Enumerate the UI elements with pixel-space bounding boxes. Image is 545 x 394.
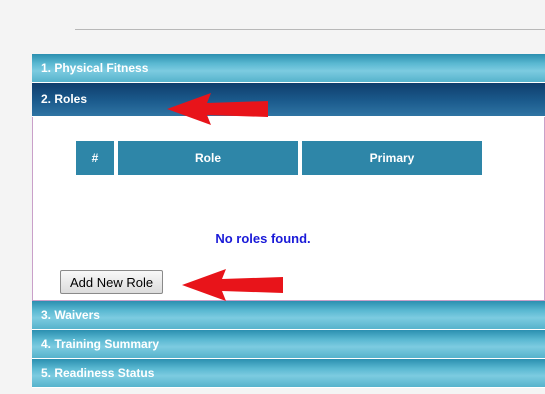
section-header-roles[interactable]: 2. Roles (32, 83, 545, 117)
column-header-role: Role (118, 141, 298, 175)
red-arrow-icon (182, 269, 283, 301)
accordion: 1. Physical Fitness 2. Roles # Role Prim… (32, 54, 545, 394)
column-header-primary: Primary (302, 141, 482, 175)
column-header-number: # (76, 141, 114, 175)
red-arrow-icon (167, 93, 268, 125)
section-header-physical-fitness[interactable]: 1. Physical Fitness (32, 54, 545, 83)
section-header-training-summary[interactable]: 4. Training Summary (32, 330, 545, 359)
divider-line (75, 29, 545, 30)
roles-table-header-row: # Role Primary (76, 141, 482, 175)
section-header-readiness-status[interactable]: 5. Readiness Status (32, 359, 545, 388)
section-header-waivers[interactable]: 3. Waivers (32, 301, 545, 330)
add-new-role-button[interactable]: Add New Role (60, 270, 164, 294)
empty-state-message: No roles found. (215, 231, 311, 246)
roles-table: # Role Primary (72, 141, 486, 175)
page: 1. Physical Fitness 2. Roles # Role Prim… (0, 0, 545, 394)
